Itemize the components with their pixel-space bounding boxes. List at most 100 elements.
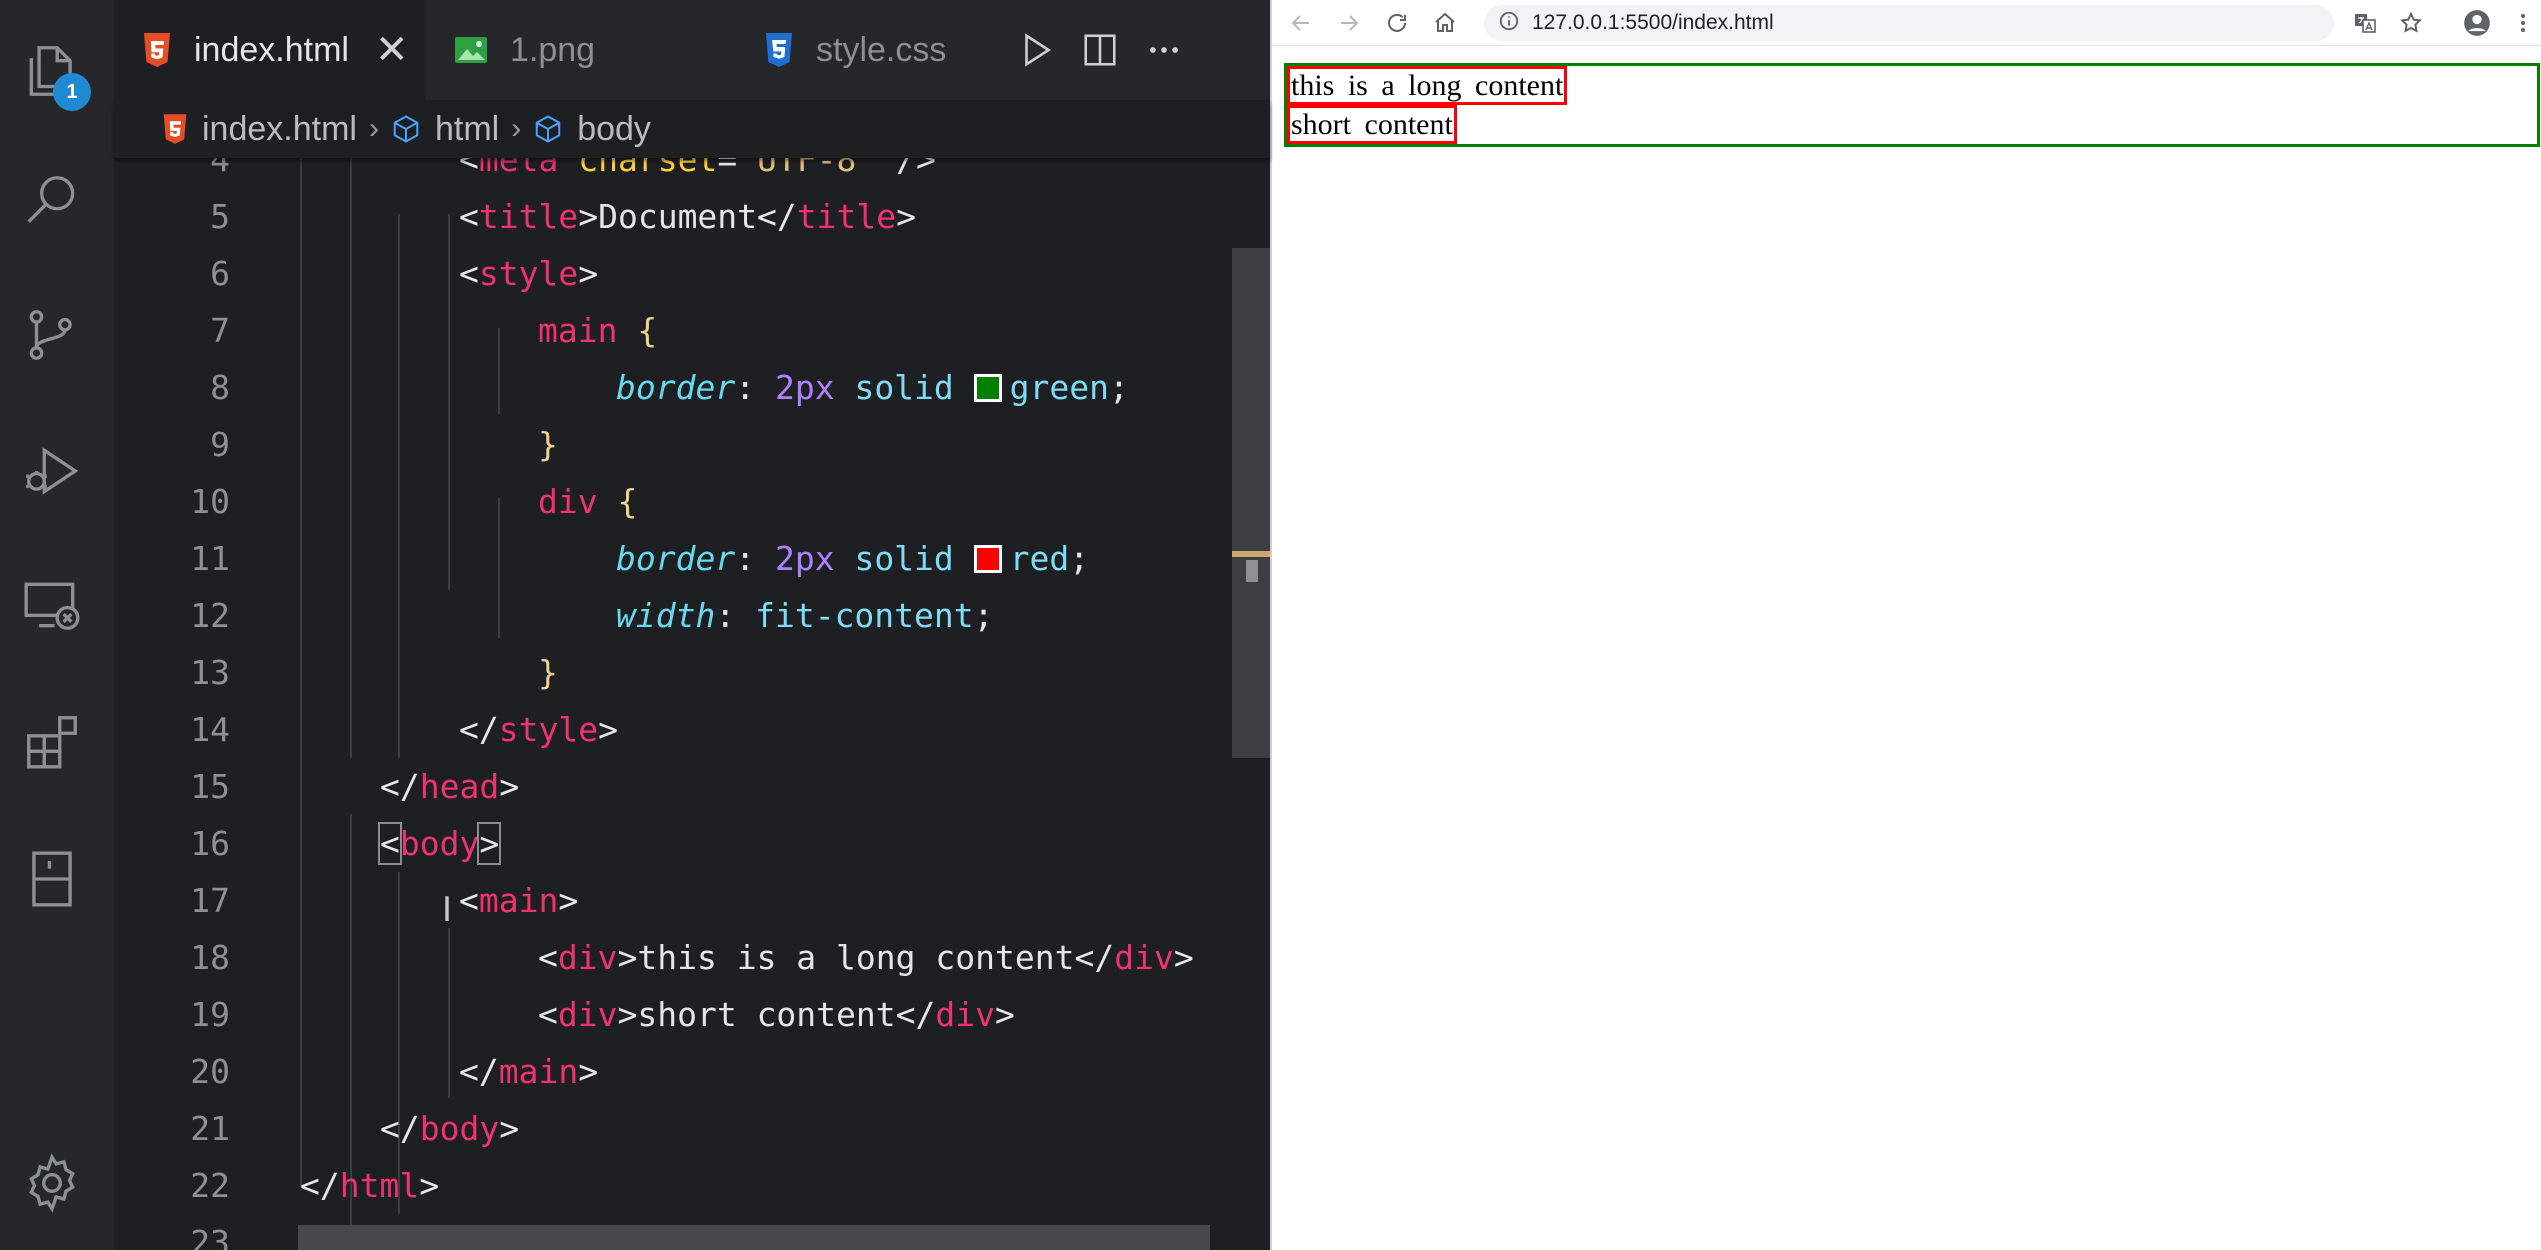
token: > xyxy=(617,995,638,1034)
code-text: } xyxy=(538,644,558,701)
color-swatch-red[interactable] xyxy=(973,545,1002,573)
css3-icon xyxy=(764,33,794,67)
browser-menu-icon[interactable] xyxy=(2508,8,2538,38)
token: div xyxy=(935,995,995,1034)
breadcrumb-item-html[interactable]: html xyxy=(391,110,499,149)
breadcrumb-separator: › xyxy=(368,112,379,145)
token: title xyxy=(478,197,579,236)
more-actions-icon[interactable] xyxy=(1136,22,1192,78)
token: body xyxy=(419,1109,500,1148)
info-icon[interactable] xyxy=(1498,10,1520,36)
code-line: 18 <div>this is a long content</div> xyxy=(114,929,1234,986)
token: > xyxy=(558,881,579,920)
tab-label: index.html xyxy=(194,30,349,69)
code-text: <body> xyxy=(378,815,502,872)
line-number: 11 xyxy=(190,539,230,578)
token: border xyxy=(616,539,736,578)
browser-toolbar: 127.0.0.1:5500/index.html xyxy=(1272,0,2541,46)
token: > xyxy=(499,1109,520,1148)
code-line: 13 } xyxy=(114,644,1234,701)
code-text: width: fit-content; xyxy=(616,587,994,644)
token: { xyxy=(597,482,638,521)
code-text: } xyxy=(538,416,558,473)
forward-icon[interactable] xyxy=(1334,8,1364,38)
breadcrumb-item-body[interactable]: body xyxy=(533,110,651,149)
close-icon[interactable]: ✕ xyxy=(375,27,409,73)
code-line: 21 </body> xyxy=(114,1100,1234,1157)
html5-icon xyxy=(142,33,172,67)
code-text: <style> xyxy=(459,245,598,302)
token: main xyxy=(478,881,559,920)
token: "UTF-8" xyxy=(737,158,877,179)
line-number: 23 xyxy=(190,1223,230,1250)
run-debug-icon[interactable] xyxy=(17,436,87,506)
search-icon[interactable] xyxy=(17,166,87,236)
vertical-scrollbar[interactable] xyxy=(1232,248,1270,758)
home-icon[interactable] xyxy=(1430,8,1460,38)
color-swatch-green[interactable] xyxy=(973,374,1002,402)
split-editor-icon[interactable] xyxy=(1072,22,1128,78)
scrollbar-cursor-marker xyxy=(1246,560,1258,582)
token: > xyxy=(598,710,618,749)
source-control-icon[interactable] xyxy=(17,300,87,370)
line-number: 18 xyxy=(190,938,230,977)
code-text: </body> xyxy=(380,1100,519,1157)
token: </ xyxy=(459,710,499,749)
line-number: 7 xyxy=(210,311,230,350)
tab-style-css[interactable]: style.css xyxy=(736,0,1036,100)
extensions-icon[interactable] xyxy=(17,706,87,776)
breadcrumb-label: html xyxy=(434,109,500,148)
tab-index-html[interactable]: index.html ✕ xyxy=(114,0,426,100)
token: this is a long content xyxy=(637,938,1075,977)
explorer-badge: 1 xyxy=(53,73,91,111)
code-line: 5 <title>Document</title> xyxy=(114,188,1234,245)
token: charset xyxy=(558,158,718,179)
token: < xyxy=(459,881,479,920)
code-text: <main> xyxy=(459,872,578,929)
token: : xyxy=(735,368,775,407)
token: > xyxy=(1173,938,1194,977)
rendered-div-long: this is a long content xyxy=(1287,66,1568,105)
horizontal-scrollbar[interactable] xyxy=(298,1225,1210,1250)
token: </ xyxy=(1074,938,1115,977)
code-line: 9 } xyxy=(114,416,1234,473)
token: head xyxy=(419,767,500,806)
line-number: 12 xyxy=(190,596,230,635)
line-number: 10 xyxy=(190,482,230,521)
token: </ xyxy=(380,1109,420,1148)
line-number: 21 xyxy=(190,1109,230,1148)
code-line: 14 </style> xyxy=(114,701,1234,758)
profile-avatar-icon[interactable] xyxy=(2462,8,2492,38)
code-line: 11 border: 2px solid red; xyxy=(114,530,1234,587)
line-number: 4 xyxy=(210,158,230,179)
database-icon[interactable] xyxy=(17,844,87,914)
token: div xyxy=(1114,938,1174,977)
token: fit-content xyxy=(755,596,974,635)
tab-1-png[interactable]: 1.png xyxy=(426,0,736,100)
code-text: </style> xyxy=(459,701,618,758)
token: = xyxy=(717,158,738,179)
reload-icon[interactable] xyxy=(1382,8,1412,38)
bookmark-star-icon[interactable] xyxy=(2396,8,2426,38)
code-line: 10 div { xyxy=(114,473,1234,530)
line-number: 16 xyxy=(190,824,230,863)
address-bar[interactable]: 127.0.0.1:5500/index.html xyxy=(1484,5,2334,41)
code-text: </html> xyxy=(300,1157,439,1214)
token: style xyxy=(498,710,599,749)
token: style xyxy=(478,254,579,293)
token: > xyxy=(896,197,917,236)
token: solid xyxy=(834,539,974,578)
tab-label: style.css xyxy=(816,30,947,69)
gear-icon[interactable] xyxy=(17,1148,87,1218)
remote-explorer-icon[interactable] xyxy=(17,570,87,640)
back-icon[interactable] xyxy=(1286,8,1316,38)
token: > xyxy=(419,1166,440,1205)
translate-icon[interactable] xyxy=(2350,8,2380,38)
token: > xyxy=(499,767,520,806)
run-icon[interactable] xyxy=(1008,22,1064,78)
line-number: 5 xyxy=(210,197,230,236)
token: main xyxy=(498,1052,579,1091)
breadcrumb-item-file[interactable]: index.html xyxy=(162,110,357,149)
token: div xyxy=(557,938,618,977)
code-editor[interactable]: 4 <meta charset="UTF-8" /> 5 <title>Docu… xyxy=(114,158,1270,1250)
